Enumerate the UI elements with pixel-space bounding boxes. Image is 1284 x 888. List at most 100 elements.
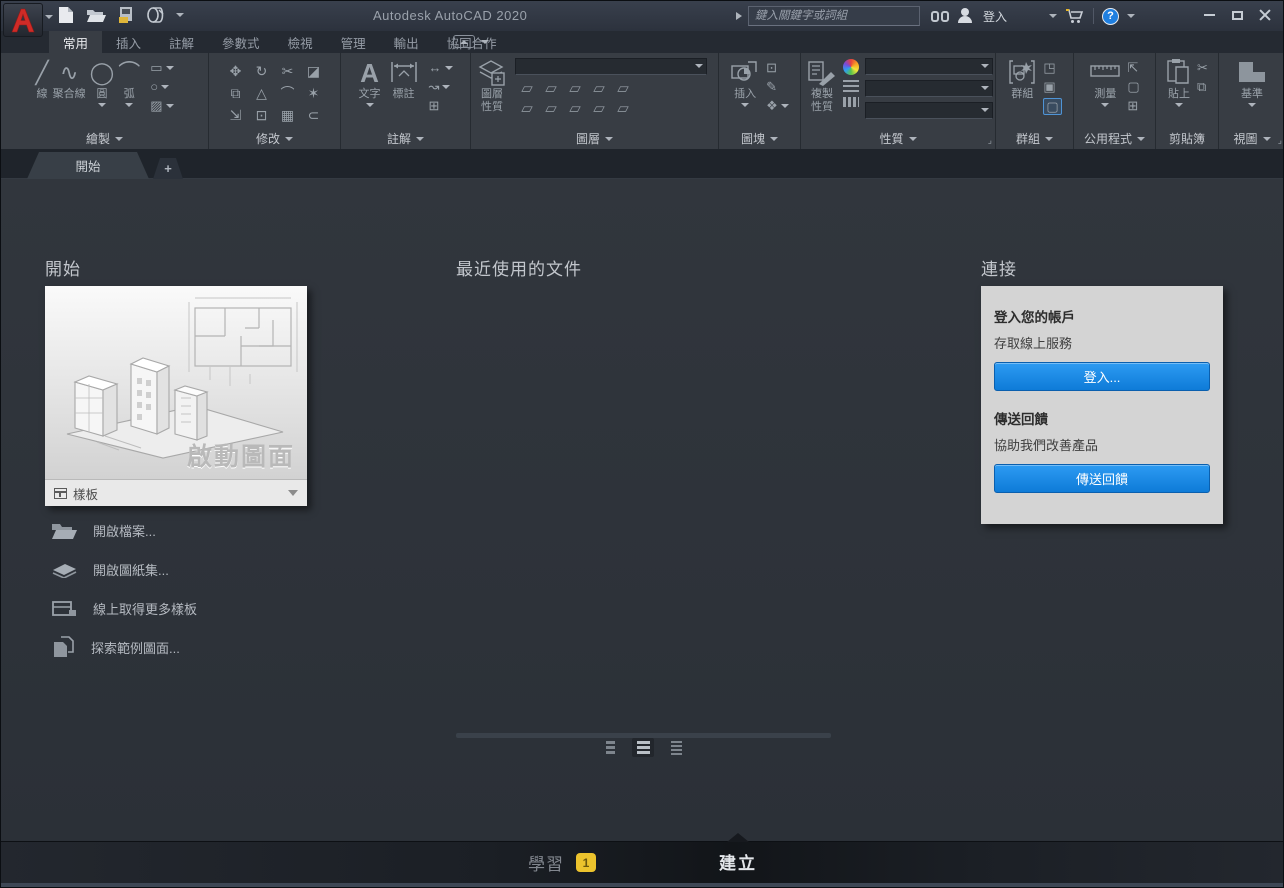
caret-icon[interactable] — [165, 65, 174, 70]
explode-icon[interactable]: ✶ — [301, 82, 327, 104]
quick-calculator-button[interactable]: ⊞ — [1127, 98, 1139, 113]
panel-label-groups[interactable]: 群組 — [996, 130, 1073, 147]
select-all-button[interactable]: ▢ — [1127, 79, 1139, 94]
minimize-button[interactable] — [1195, 2, 1223, 28]
rotate-icon[interactable]: ↻ — [249, 60, 275, 82]
ribbon-tab-home[interactable]: 常用 — [49, 31, 103, 53]
create-page-button[interactable]: 建立 — [719, 849, 757, 874]
fillet-icon[interactable]: ⌒ — [275, 82, 301, 104]
tool-leader-button[interactable]: ↝ — [429, 79, 453, 94]
edit-block-button[interactable]: ✎ — [766, 79, 789, 94]
circle-caret-icon[interactable] — [97, 103, 106, 107]
offset-icon[interactable]: ⊂ — [301, 104, 327, 126]
start-drawing-thumbnail[interactable]: 啟動圖面 — [45, 286, 307, 479]
insert-block-button[interactable]: 插入 — [730, 56, 760, 107]
layer-freeze-icon[interactable]: ▱ — [563, 78, 587, 98]
get-more-templates-link[interactable]: 線上取得更多樣板 — [51, 597, 197, 619]
insert-caret-icon[interactable] — [741, 103, 750, 107]
ribbon-tab-view[interactable]: 檢視 — [274, 31, 327, 53]
layer-unlock-icon[interactable]: ▱ — [587, 98, 611, 118]
open-sheet-set-link[interactable]: 開啟圖紙集... — [51, 558, 197, 580]
tool-arc-button[interactable]: ⌒ 弧 — [118, 56, 140, 107]
paste-caret-icon[interactable] — [1175, 103, 1184, 107]
ribbon-tab-output[interactable]: 輸出 — [380, 31, 433, 53]
group-selection-toggle[interactable]: ▢ — [1043, 98, 1062, 115]
file-tab-start[interactable]: 開始 — [27, 152, 149, 179]
stretch-icon[interactable]: ⇲ — [223, 104, 249, 126]
tool-rectangle-button[interactable]: ▭ — [150, 60, 174, 75]
layer-current-icon[interactable]: ▱ — [611, 98, 635, 118]
new-file-icon[interactable] — [56, 5, 76, 25]
close-button[interactable] — [1251, 2, 1279, 28]
start-drawing-card[interactable]: 啟動圖面 樣板 — [45, 286, 307, 506]
erase-icon[interactable]: ◪ — [301, 60, 327, 82]
layer-properties-button[interactable]: 圖層 性質 — [477, 56, 507, 114]
panel-label-modify[interactable]: 修改 — [209, 130, 340, 147]
panel-label-block[interactable]: 圖塊 — [719, 130, 800, 147]
ribbon-tab-manage[interactable]: 管理 — [327, 31, 380, 53]
layer-thaw-icon[interactable]: ▱ — [563, 98, 587, 118]
sign-in-button[interactable]: 登入 — [983, 8, 1007, 25]
application-menu-button[interactable] — [3, 3, 43, 37]
text-caret-icon[interactable] — [365, 103, 374, 107]
open-files-link[interactable]: 開啟檔案... — [51, 519, 197, 541]
new-drawing-tab-button[interactable]: + — [153, 158, 183, 179]
arc-caret-icon[interactable] — [125, 103, 134, 107]
ribbon-tab-insert[interactable]: 插入 — [102, 31, 155, 53]
tool-ellipse-button[interactable]: ○ — [150, 79, 173, 94]
help-icon[interactable]: ? — [1102, 7, 1120, 25]
create-block-button[interactable]: ⊡ — [766, 60, 789, 75]
move-icon[interactable]: ✥ — [223, 60, 249, 82]
measure-button[interactable]: 測量 — [1089, 56, 1121, 107]
help-search-input[interactable] — [748, 6, 920, 26]
thumbnail-list-view-button[interactable] — [632, 738, 654, 757]
base-view-caret-icon[interactable] — [1248, 103, 1256, 107]
block-attributes-button[interactable]: ❖ — [766, 98, 789, 113]
search-expand-icon[interactable] — [736, 12, 742, 20]
ribbon-collapse-button[interactable] — [453, 35, 475, 48]
base-view-button[interactable]: 基準 — [1235, 56, 1269, 107]
group-button[interactable]: 群組 — [1007, 56, 1037, 101]
explore-sample-drawings-link[interactable]: 探索範例圖面... — [51, 636, 197, 658]
app-store-cart-icon[interactable] — [1065, 8, 1085, 24]
match-properties-button[interactable]: 複製 性質 — [807, 56, 837, 114]
paste-button[interactable]: 貼上 — [1166, 56, 1192, 107]
learn-page-button[interactable]: 學習 1 — [528, 850, 596, 875]
caret-icon[interactable] — [161, 84, 170, 89]
templates-dropdown[interactable]: 樣板 — [45, 479, 307, 506]
cut-button[interactable]: ✂ — [1197, 60, 1208, 75]
tool-polyline-button[interactable]: ∿ 聚合線 — [53, 56, 86, 101]
list-view-button[interactable] — [665, 738, 687, 757]
ribbon-tab-annotate[interactable]: 註解 — [155, 31, 208, 53]
tool-text-button[interactable]: A 文字 — [359, 56, 381, 107]
mirror-icon[interactable]: △ — [249, 82, 275, 104]
array-icon[interactable]: ▦ — [275, 104, 301, 126]
quick-select-button[interactable]: ⇱ — [1127, 60, 1139, 75]
panel-label-draw[interactable]: 繪製 — [1, 130, 208, 147]
ribbon-collapse-caret-icon[interactable] — [481, 40, 489, 44]
caret-icon[interactable] — [444, 65, 453, 70]
panel-label-layers[interactable]: 圖層 — [471, 130, 718, 147]
help-caret-icon[interactable] — [1127, 14, 1136, 18]
caret-icon[interactable] — [165, 103, 174, 108]
view-dialog-launcher-icon[interactable]: ⌟ — [1278, 135, 1282, 146]
layer-isolate-icon[interactable]: ▱ — [539, 78, 563, 98]
caret-icon[interactable] — [442, 84, 451, 89]
app-menu-caret-icon[interactable] — [45, 15, 53, 19]
layer-lock-icon[interactable]: ▱ — [587, 78, 611, 98]
tool-circle-button[interactable]: ◯ 圓 — [90, 56, 114, 107]
ribbon-tab-parametric[interactable]: 參數式 — [208, 31, 274, 53]
ungroup-button[interactable]: ◳ — [1043, 60, 1061, 75]
object-color-dropdown[interactable] — [865, 58, 993, 75]
layer-select-dropdown[interactable] — [515, 58, 707, 75]
search-binoculars-icon[interactable] — [931, 9, 949, 23]
layer-match-icon[interactable]: ▱ — [611, 78, 635, 98]
tool-linear-dim-button[interactable]: ↔ — [429, 60, 453, 75]
panel-label-utilities[interactable]: 公用程式 — [1074, 130, 1155, 147]
measure-caret-icon[interactable] — [1101, 103, 1110, 107]
maximize-button[interactable] — [1223, 2, 1251, 28]
tool-dimension-button[interactable]: 標註 — [389, 56, 419, 101]
caret-icon[interactable] — [780, 103, 789, 108]
thumbnail-view-button[interactable] — [599, 738, 621, 757]
layer-off-icon[interactable]: ▱ — [515, 78, 539, 98]
